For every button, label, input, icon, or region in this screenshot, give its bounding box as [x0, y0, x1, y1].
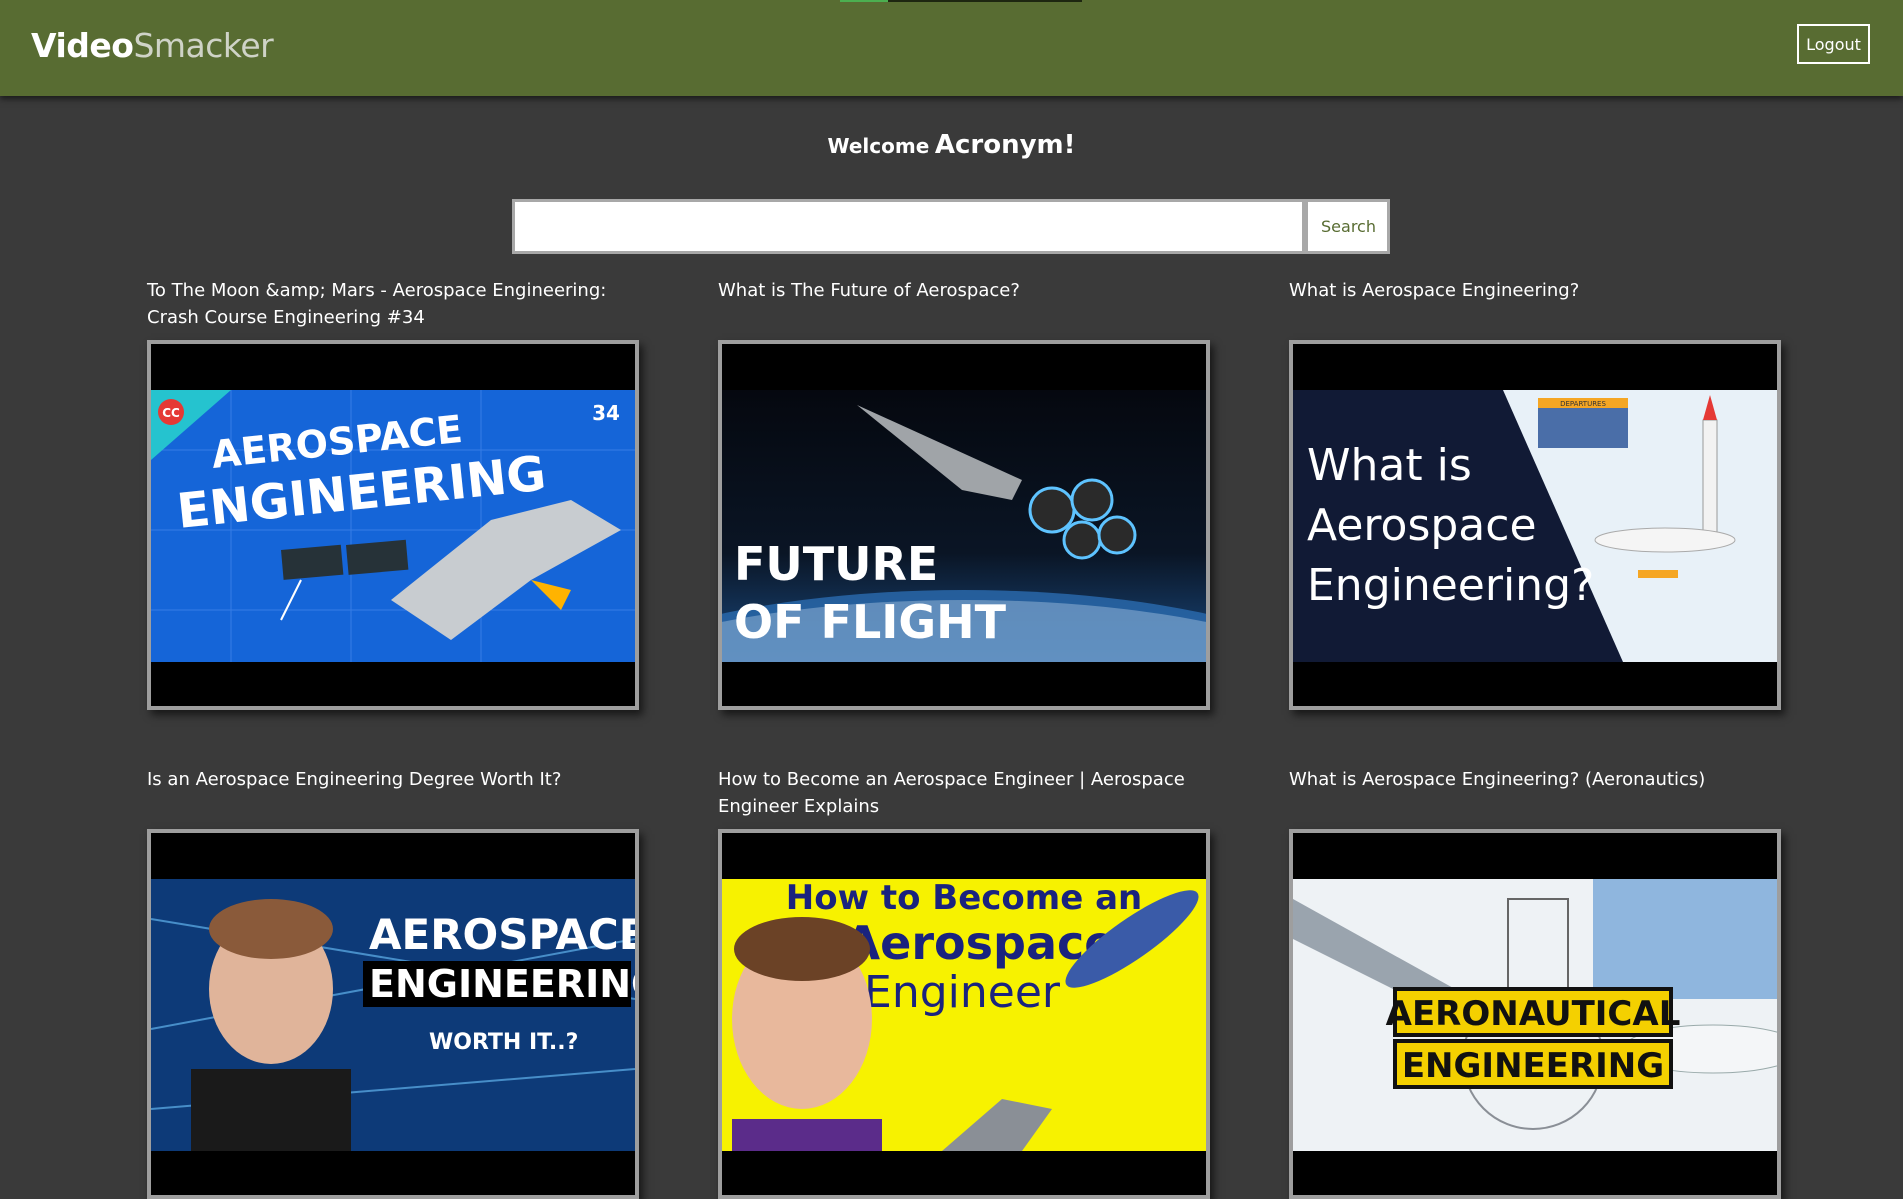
loading-progress-fill	[840, 0, 888, 2]
loading-progress-bar	[840, 0, 1082, 2]
video-title[interactable]: What is The Future of Aerospace?	[718, 277, 1210, 331]
thumbnail-letterbox-bottom	[1293, 662, 1777, 706]
svg-text:ENGINEERING: ENGINEERING	[1402, 1046, 1664, 1086]
logo-text-secondary: Smacker	[133, 26, 274, 65]
thumbnail-letterbox-bottom	[722, 662, 1206, 706]
thumbnail-image: How to Become an Aerospace Engineer	[722, 879, 1206, 1151]
video-thumbnail[interactable]: AERONAUTICAL ENGINEERING	[1289, 829, 1781, 1199]
app-logo[interactable]: VideoSmacker	[31, 26, 274, 66]
thumbnail-image: AEROSPACE ENGINEERING WORTH IT..?	[151, 879, 635, 1151]
svg-text:Aerospace: Aerospace	[845, 916, 1116, 970]
video-thumbnail[interactable]: How to Become an Aerospace Engineer	[718, 829, 1210, 1199]
thumbnail-image: DEPARTURES What is Aerospace Engineering…	[1293, 390, 1777, 662]
svg-text:CC: CC	[162, 406, 180, 420]
thumbnail-letterbox-bottom	[151, 1151, 635, 1195]
video-card: What is The Future of Aerospace? FUTURE …	[718, 277, 1210, 710]
welcome-username: Acronym!	[934, 130, 1076, 160]
top-navbar: VideoSmacker Logout	[0, 0, 1903, 96]
svg-text:ENGINEERING: ENGINEERING	[369, 962, 635, 1006]
thumbnail-letterbox-top	[1293, 344, 1777, 390]
thumbnail-letterbox-bottom	[1293, 1151, 1777, 1195]
video-thumbnail[interactable]: CC 34 AEROSPACE ENGINEERING	[147, 340, 639, 710]
svg-text:34: 34	[592, 401, 620, 425]
video-card: How to Become an Aerospace Engineer | Ae…	[718, 766, 1210, 1199]
airplane-icon	[1594, 527, 1736, 553]
svg-text:How to Become an: How to Become an	[786, 879, 1142, 918]
svg-text:DEPARTURES: DEPARTURES	[1560, 400, 1606, 408]
svg-text:Engineer: Engineer	[864, 967, 1061, 1018]
thumbnail-letterbox-bottom	[722, 1151, 1206, 1195]
thumbnail-letterbox-top	[722, 344, 1206, 390]
svg-text:Engineering?: Engineering?	[1307, 560, 1594, 611]
video-title[interactable]: Is an Aerospace Engineering Degree Worth…	[147, 766, 639, 820]
search-button[interactable]: Search	[1310, 202, 1387, 251]
video-thumbnail[interactable]: FUTURE OF FLIGHT	[718, 340, 1210, 710]
video-thumbnail[interactable]: AEROSPACE ENGINEERING WORTH IT..?	[147, 829, 639, 1199]
video-title[interactable]: What is Aerospace Engineering?	[1289, 277, 1781, 331]
svg-text:WORTH IT..?: WORTH IT..?	[429, 1030, 578, 1055]
welcome-prefix: Welcome	[827, 134, 930, 158]
thumbnail-image: AERONAUTICAL ENGINEERING	[1293, 879, 1777, 1151]
svg-text:AERONAUTICAL: AERONAUTICAL	[1386, 994, 1681, 1034]
thumbnail-letterbox-top	[151, 833, 635, 879]
svg-text:Aerospace: Aerospace	[1307, 500, 1537, 551]
video-title[interactable]: To The Moon &amp; Mars - Aerospace Engin…	[147, 277, 639, 331]
thumbnail-image: FUTURE OF FLIGHT	[722, 390, 1206, 662]
welcome-message: Welcome Acronym!	[0, 130, 1903, 160]
svg-text:What is: What is	[1307, 440, 1472, 491]
svg-text:OF FLIGHT: OF FLIGHT	[734, 595, 1007, 649]
video-card: Is an Aerospace Engineering Degree Worth…	[147, 766, 639, 1199]
svg-text:FUTURE: FUTURE	[734, 537, 938, 591]
logo-text-primary: Video	[31, 26, 134, 65]
video-thumbnail[interactable]: DEPARTURES What is Aerospace Engineering…	[1289, 340, 1781, 710]
video-card: What is Aerospace Engineering? DEPARTURE…	[1289, 277, 1781, 710]
thumbnail-letterbox-top	[722, 833, 1206, 879]
thumbnail-image: CC 34 AEROSPACE ENGINEERING	[151, 390, 635, 662]
satellite-icon	[281, 544, 344, 580]
video-card: What is Aerospace Engineering? (Aeronaut…	[1289, 766, 1781, 1199]
video-title[interactable]: How to Become an Aerospace Engineer | Ae…	[718, 766, 1210, 820]
thumbnail-letterbox-top	[151, 344, 635, 390]
thumbnail-letterbox-bottom	[151, 662, 635, 706]
search-input[interactable]	[515, 202, 1308, 251]
thumbnail-letterbox-top	[1293, 833, 1777, 879]
video-card: To The Moon &amp; Mars - Aerospace Engin…	[147, 277, 639, 710]
svg-text:AEROSPACE: AEROSPACE	[369, 910, 635, 959]
logout-button[interactable]: Logout	[1797, 24, 1870, 64]
rocket-icon	[1702, 419, 1718, 541]
search-bar: Search	[512, 199, 1390, 254]
video-title[interactable]: What is Aerospace Engineering? (Aeronaut…	[1289, 766, 1781, 820]
